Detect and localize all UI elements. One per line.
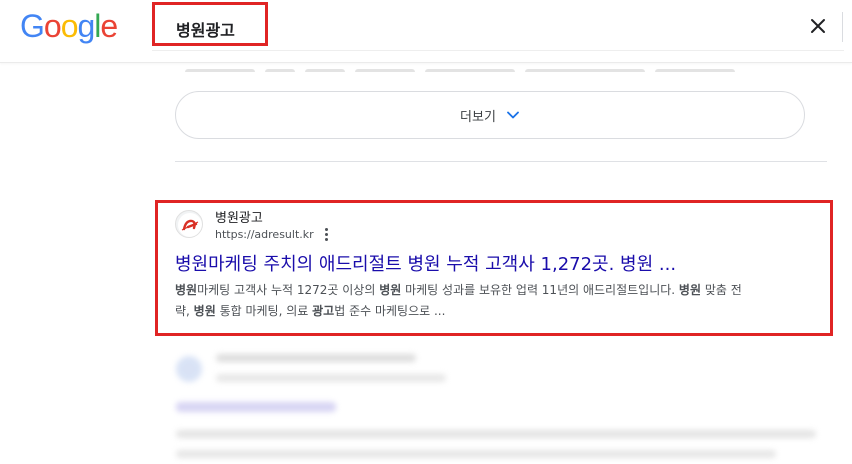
snippet-keyword: 병원	[678, 283, 702, 297]
close-icon	[811, 19, 825, 33]
snippet-text: 략,	[175, 304, 194, 318]
faded-previous-snippet	[185, 60, 765, 72]
result-snippet: 병원마케팅 고객사 누적 1272곳 이상의 병원 마케팅 성과를 보유한 업력…	[175, 280, 825, 322]
snippet-text: 법 준수 마케팅으로 ...	[334, 304, 446, 318]
query-highlight-box	[152, 2, 268, 46]
search-header: Google 병원광고	[0, 0, 852, 63]
snippet-text: 마케팅 성과를 보유한 업력 11년의 애드리절트입니다.	[401, 283, 679, 297]
snippet-text: 마케팅 고객사 누적 1272곳 이상의	[197, 283, 380, 297]
site-favicon	[175, 210, 203, 238]
blurred-next-result	[170, 346, 840, 464]
more-options-icon[interactable]	[320, 226, 332, 242]
snippet-text: 통합 마케팅, 의료	[215, 304, 313, 318]
google-logo[interactable]: Google	[20, 8, 118, 45]
snippet-keyword: 병원	[175, 283, 198, 297]
snippet-keyword: 병원	[379, 283, 402, 297]
result-url[interactable]: https://adresult.kr	[215, 228, 314, 241]
snippet-line-1: 병원마케팅 고객사 누적 1272곳 이상의 병원 마케팅 성과를 보유한 업력…	[175, 280, 825, 301]
chevron-down-icon	[507, 111, 519, 119]
section-divider	[175, 161, 827, 162]
result-site-name[interactable]: 병원광고	[215, 207, 263, 226]
search-divider	[842, 12, 843, 42]
more-results-label: 더보기	[460, 109, 496, 125]
snippet-line-2: 략, 병원 통합 마케팅, 의료 광고법 준수 마케팅으로 ...	[175, 301, 825, 322]
more-results-button[interactable]: 더보기	[175, 91, 805, 139]
result-title-link[interactable]: 병원마케팅 주치의 애드리절트 병원 누적 고객사 1,272곳. 병원 ...	[175, 250, 676, 276]
snippet-keyword: 병원	[193, 304, 216, 318]
snippet-text: 맞춤 전	[701, 283, 742, 297]
snippet-keyword: 광고	[312, 304, 335, 318]
clear-search-button[interactable]	[806, 14, 830, 38]
